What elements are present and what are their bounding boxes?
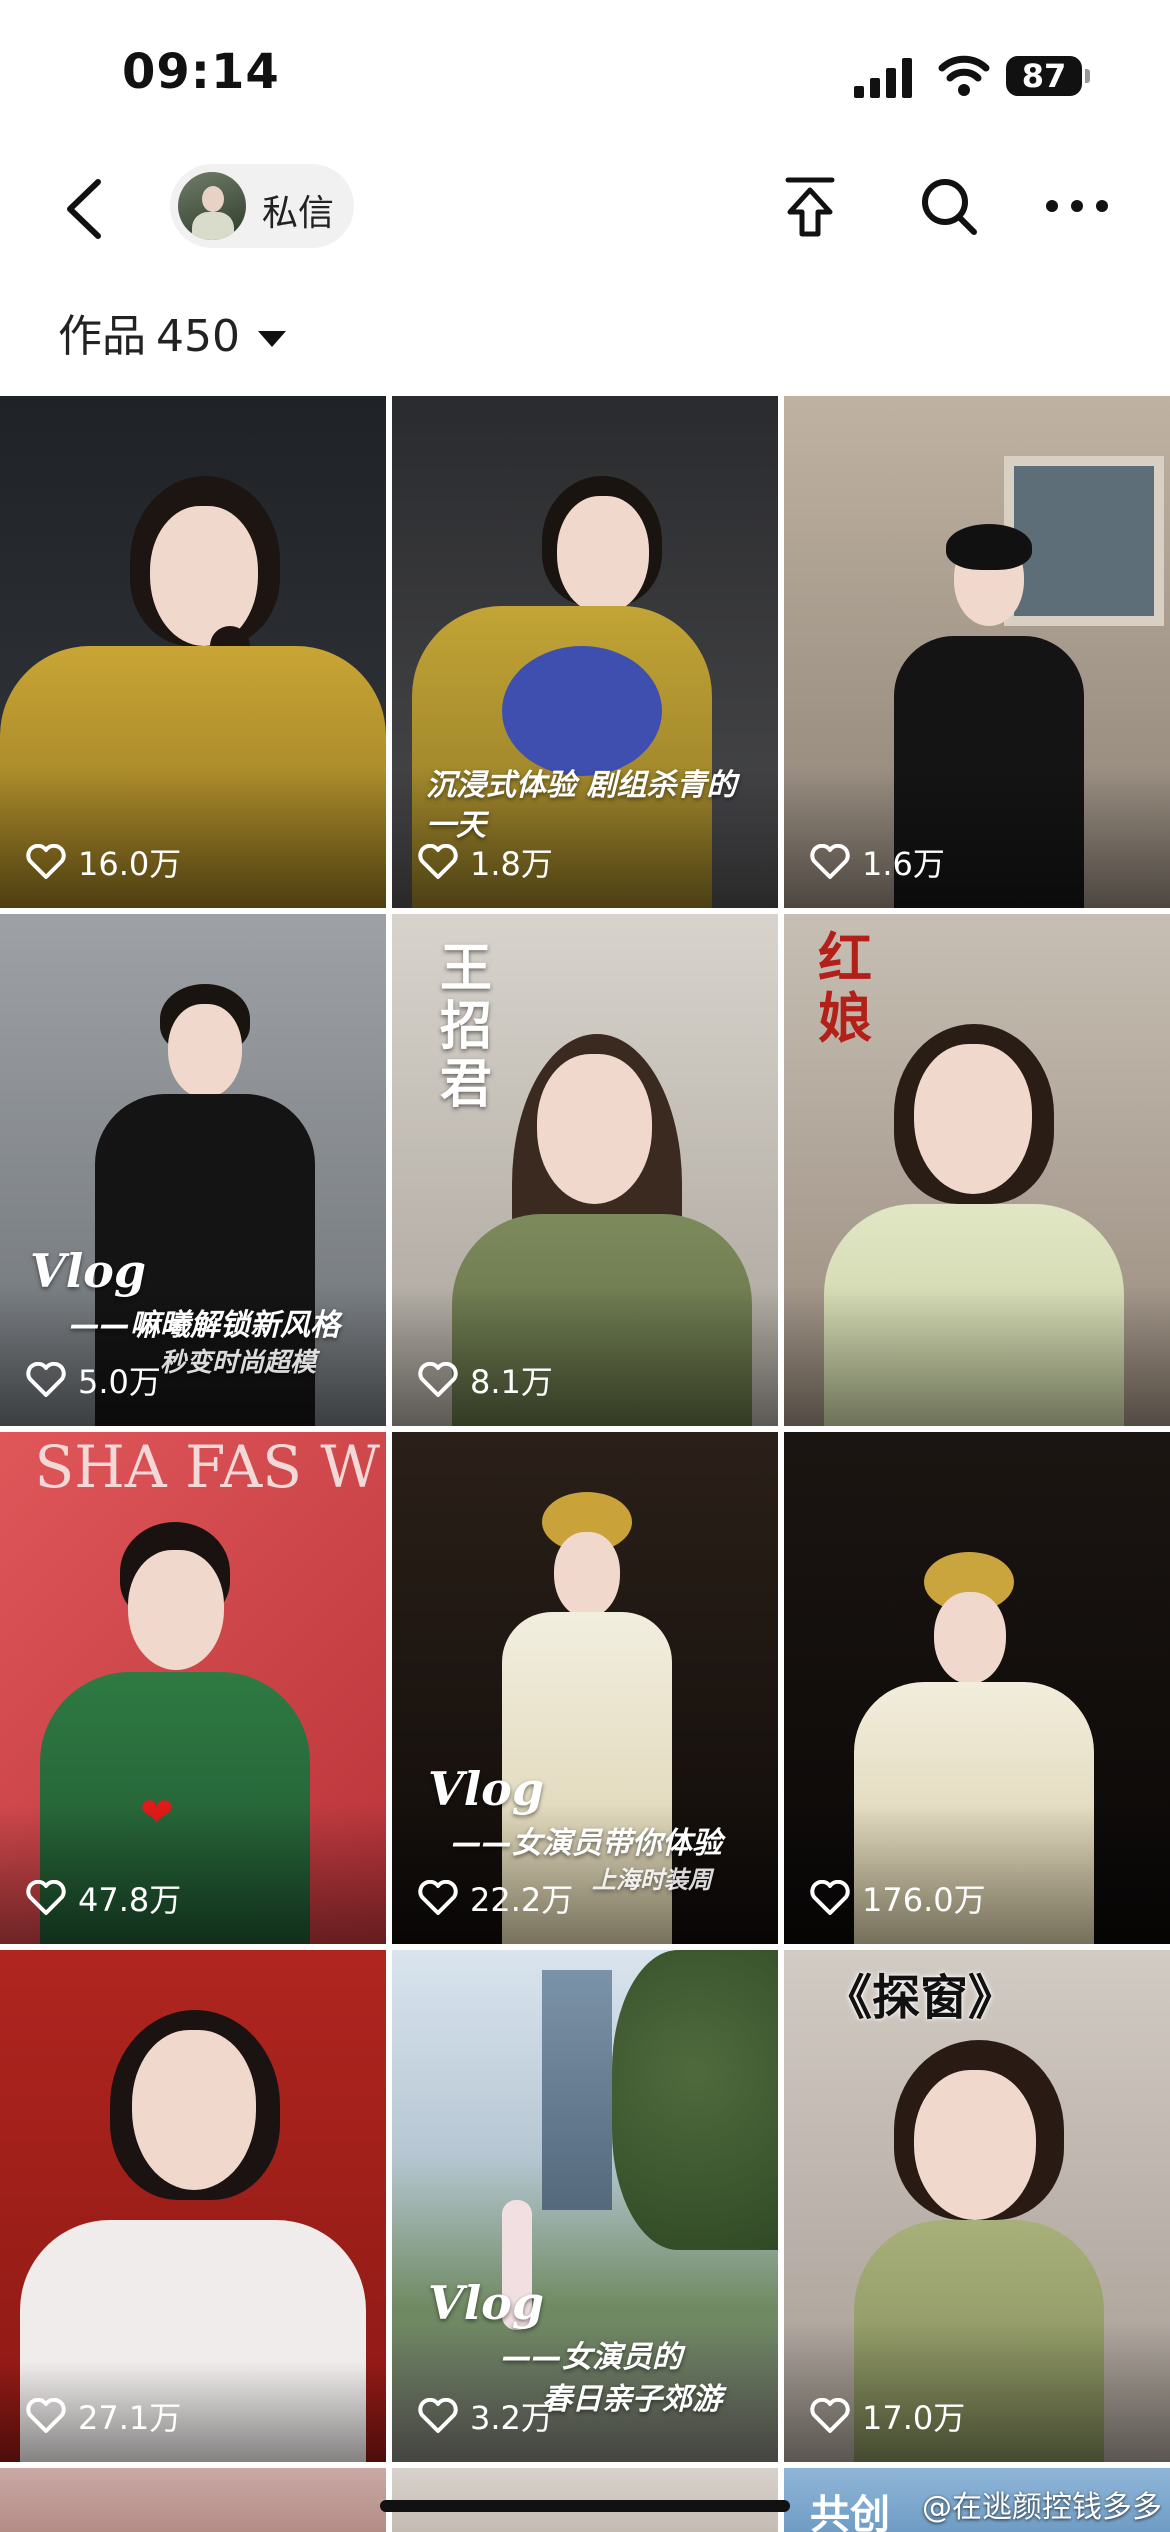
video-tile[interactable] — [0, 2468, 386, 2532]
heart-icon — [26, 1362, 66, 1397]
search-icon[interactable] — [918, 174, 980, 240]
video-caption: 沉浸式体验 剧组杀青的一天 — [426, 768, 737, 843]
likes-count: 1.8万 — [470, 845, 553, 883]
video-tile[interactable]: 沉浸式体验 剧组杀青的一天 1.8万 — [392, 396, 778, 908]
video-title: 红娘 — [818, 926, 872, 1050]
video-subcaption: 春日亲子郊游 — [542, 2382, 722, 2417]
likes-count: 1.6万 — [862, 845, 945, 883]
works-count: 450 — [156, 311, 240, 362]
works-dropdown[interactable]: 作品 450 — [58, 300, 286, 364]
likes-count: 47.8万 — [78, 1881, 182, 1919]
likes: 5.0万 — [26, 1358, 161, 1402]
video-caption: ——女演员的 — [502, 2340, 682, 2375]
heart-icon — [418, 2398, 458, 2433]
heart-icon — [26, 2398, 66, 2433]
video-tile[interactable]: 红娘 — [784, 914, 1170, 1426]
likes: 17.0万 — [810, 2394, 965, 2438]
share-icon[interactable] — [780, 174, 840, 240]
vlog-label: Vlog — [428, 2276, 545, 2330]
likes: 176.0万 — [810, 1876, 986, 1920]
video-tile[interactable]: 王招君 8.1万 — [392, 914, 778, 1426]
likes-count: 16.0万 — [78, 845, 182, 883]
avatar — [178, 172, 246, 240]
video-tile[interactable]: 176.0万 — [784, 1432, 1170, 1944]
video-subcaption: 秒变时尚超模 — [160, 1348, 317, 1378]
likes: 47.8万 — [26, 1876, 181, 1920]
partial-caption: 共创 — [810, 2492, 890, 2532]
likes: 1.6万 — [810, 840, 945, 884]
caret-down-icon — [257, 331, 286, 347]
top-nav: 私信 — [0, 150, 1170, 270]
video-tile[interactable]: 27.1万 — [0, 1950, 386, 2462]
wifi-icon — [938, 55, 990, 96]
back-icon[interactable] — [56, 174, 116, 244]
heart-icon — [810, 2398, 850, 2433]
video-tile[interactable]: Vlog ——女演员的 春日亲子郊游 3.2万 — [392, 1950, 778, 2462]
heart-icon — [418, 844, 458, 879]
heart-icon — [26, 1880, 66, 1915]
watermark: @在逃颜控钱多多 — [922, 2490, 1162, 2525]
private-message-button[interactable]: 私信 — [170, 164, 354, 248]
video-tile[interactable]: Vlog ——嘛曦解锁新风格 秒变时尚超模 5.0万 — [0, 914, 386, 1426]
likes-count: 17.0万 — [862, 2399, 966, 2437]
video-tile[interactable]: 1.6万 — [784, 396, 1170, 908]
signal-icon — [854, 58, 912, 98]
video-subcaption: 上海时装周 — [592, 1866, 712, 1894]
likes: 8.1万 — [418, 1358, 553, 1402]
likes: 16.0万 — [26, 840, 181, 884]
video-tile[interactable]: Vlog ——女演员带你体验 上海时装周 22.2万 — [392, 1432, 778, 1944]
heart-icon — [418, 1362, 458, 1397]
battery-level: 87 — [1006, 56, 1082, 96]
likes: 27.1万 — [26, 2394, 181, 2438]
status-time: 09:14 — [122, 44, 280, 100]
video-title: 王招君 — [440, 938, 493, 1115]
likes-count: 8.1万 — [470, 1363, 553, 1401]
video-tile[interactable]: 《探窗》 17.0万 — [784, 1950, 1170, 2462]
video-caption: ——嘛曦解锁新风格 — [70, 1308, 340, 1343]
video-caption: ——女演员带你体验 — [452, 1826, 722, 1861]
more-icon[interactable] — [1044, 186, 1110, 226]
likes-count: 27.1万 — [78, 2399, 182, 2437]
vlog-label: Vlog — [428, 1762, 545, 1816]
heart-icon — [810, 1880, 850, 1915]
likes-count: 3.2万 — [470, 2399, 553, 2437]
works-label: 作品 — [58, 311, 146, 362]
vlog-label: Vlog — [30, 1244, 147, 1298]
likes: 1.8万 — [418, 840, 553, 884]
backdrop-text: SHA FAS W — [34, 1433, 380, 1501]
heart-icon — [418, 1880, 458, 1915]
likes: 22.2万 — [418, 1876, 573, 1920]
private-message-label: 私信 — [262, 193, 335, 234]
video-title: 《探窗》 — [824, 1970, 1017, 2026]
video-tile[interactable]: 16.0万 — [0, 396, 386, 908]
likes: 3.2万 — [418, 2394, 553, 2438]
video-tile[interactable]: SHA FAS W ❤ 47.8万 — [0, 1432, 386, 1944]
battery-icon: 87 — [1006, 56, 1090, 96]
status-bar: 09:14 87 — [0, 0, 1170, 150]
home-indicator[interactable] — [380, 2500, 790, 2512]
likes-count: 176.0万 — [862, 1881, 986, 1919]
likes-count: 5.0万 — [78, 1363, 161, 1401]
heart-icon — [810, 844, 850, 879]
heart-icon — [26, 844, 66, 879]
likes-count: 22.2万 — [470, 1881, 574, 1919]
